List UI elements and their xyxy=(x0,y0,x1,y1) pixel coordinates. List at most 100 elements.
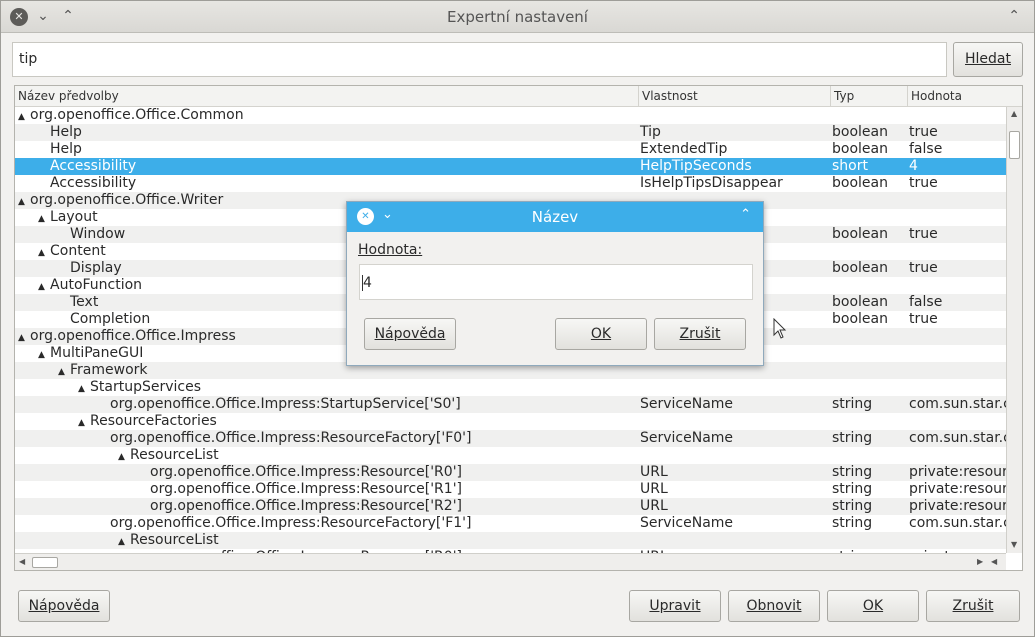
row-property: ServiceName xyxy=(640,430,734,446)
vertical-scrollbar[interactable]: ▲ ▼ xyxy=(1006,107,1022,553)
row-name-text: ResourceFactories xyxy=(90,413,217,429)
row-property: URL xyxy=(640,464,668,480)
table-row[interactable]: Accessibility HelpTipSeconds short 4 xyxy=(15,158,1006,175)
table-row[interactable]: ▲ ResourceList xyxy=(15,532,1006,549)
table-row[interactable]: ▲ org.openoffice.Office.Common xyxy=(15,107,1006,124)
header-property[interactable]: Vlastnost xyxy=(642,89,698,103)
row-name-text: Display xyxy=(70,260,122,276)
scroll-down-icon[interactable]: ▼ xyxy=(1011,540,1017,549)
cancel-button-label: Zrušit xyxy=(952,598,994,614)
row-name-text: Window xyxy=(70,226,126,242)
row-name: Display xyxy=(58,260,122,277)
row-name: Help xyxy=(38,141,82,158)
dialog-help-label: Nápověda xyxy=(374,326,446,342)
help-button[interactable]: Nápověda xyxy=(18,590,110,622)
row-name-text: org.openoffice.Office.Impress:ResourceFa… xyxy=(110,430,472,446)
row-value: com.sun.star.c xyxy=(909,515,1006,531)
row-value: true xyxy=(909,175,938,191)
table-row[interactable]: org.openoffice.Office.Impress:ResourceFa… xyxy=(15,515,1006,532)
row-property: HelpTipSeconds xyxy=(640,158,752,174)
table-row[interactable]: org.openoffice.Office.Impress:Resource['… xyxy=(15,481,1006,498)
row-type: short xyxy=(832,158,868,174)
row-type: boolean xyxy=(832,226,888,242)
dialog-title-bar: ✕ ⌄ Název ⌃ xyxy=(347,202,763,232)
value-label: Hodnota: xyxy=(358,242,422,258)
table-row[interactable]: ▲ StartupServices xyxy=(15,379,1006,396)
row-value: true xyxy=(909,124,938,140)
row-type: string xyxy=(832,498,873,514)
horizontal-scroll-thumb[interactable] xyxy=(32,557,58,568)
search-button[interactable]: Hledat xyxy=(953,42,1023,77)
edit-value-dialog: ✕ ⌄ Název ⌃ Hodnota: 4 Nápověda OK Zruši… xyxy=(346,201,764,366)
row-name-text: ResourceList xyxy=(130,447,219,463)
row-name-text: AutoFunction xyxy=(50,277,143,293)
row-name-text: StartupServices xyxy=(90,379,201,395)
dialog-ok-button[interactable]: OK xyxy=(555,318,647,350)
row-name: org.openoffice.Office.Impress:Resource['… xyxy=(138,464,462,481)
table-row[interactable]: Help Tip boolean true xyxy=(15,124,1006,141)
keep-above-icon[interactable]: ⌃ xyxy=(1008,6,1020,26)
row-name: Accessibility xyxy=(38,175,136,192)
row-name-text: org.openoffice.Office.Common xyxy=(30,107,244,123)
scroll-right-end-icon[interactable]: ◀ xyxy=(991,557,997,566)
row-property: Tip xyxy=(640,124,661,140)
search-input[interactable]: tip xyxy=(12,42,947,77)
row-type: string xyxy=(832,481,873,497)
horizontal-scrollbar[interactable]: ◀ ▶ ◀ xyxy=(15,553,1006,570)
table-row[interactable]: org.openoffice.Office.Impress:Resource['… xyxy=(15,464,1006,481)
ok-button[interactable]: OK xyxy=(827,590,919,622)
table-row[interactable]: ▲ ResourceList xyxy=(15,447,1006,464)
dialog-ok-label: OK xyxy=(590,326,612,342)
cancel-button[interactable]: Zrušit xyxy=(926,590,1020,622)
table-row[interactable]: org.openoffice.Office.Impress:Resource['… xyxy=(15,498,1006,515)
row-name-text: MultiPaneGUI xyxy=(50,345,144,361)
header-name[interactable]: Název předvolby xyxy=(18,89,119,103)
header-value[interactable]: Hodnota xyxy=(911,89,962,103)
row-value: true xyxy=(909,226,938,242)
table-row[interactable]: org.openoffice.Office.Impress:StartupSer… xyxy=(15,396,1006,413)
row-name-text: Accessibility xyxy=(50,175,137,191)
edit-button[interactable]: Upravit xyxy=(629,590,721,622)
row-type: boolean xyxy=(832,124,888,140)
row-value: com.sun.star.c xyxy=(909,430,1006,446)
vertical-scroll-thumb[interactable] xyxy=(1009,131,1020,159)
row-value: false xyxy=(909,294,943,310)
reset-button[interactable]: Obnovit xyxy=(728,590,820,622)
reset-button-label: Obnovit xyxy=(746,598,802,614)
row-property: ExtendedTip xyxy=(640,141,728,157)
table-row[interactable]: org.openoffice.Office.Impress:ResourceFa… xyxy=(15,430,1006,447)
row-name: org.openoffice.Office.Impress:Resource['… xyxy=(138,481,462,498)
row-property: URL xyxy=(640,481,668,497)
table-row[interactable]: ▲ ResourceFactories xyxy=(15,413,1006,430)
scroll-right-icon[interactable]: ▶ xyxy=(977,557,983,566)
dialog-cancel-button[interactable]: Zrušit xyxy=(654,318,746,350)
row-value: private:resour xyxy=(909,481,1006,497)
header-type[interactable]: Typ xyxy=(834,89,854,103)
row-name-text: org.openoffice.Office.Writer xyxy=(30,192,224,208)
value-input[interactable]: 4 xyxy=(359,264,753,300)
row-name: org.openoffice.Office.Impress:ResourceFa… xyxy=(98,430,471,447)
row-property: URL xyxy=(640,498,668,514)
scroll-left-icon[interactable]: ◀ xyxy=(19,557,25,566)
table-row[interactable]: Accessibility IsHelpTipsDisappear boolean t… xyxy=(15,175,1006,192)
dialog-help-button[interactable]: Nápověda xyxy=(364,318,456,350)
row-name: org.openoffice.Office.Impress:StartupSer… xyxy=(98,396,461,413)
row-name: Text xyxy=(58,294,98,311)
row-name: Help xyxy=(38,124,82,141)
dialog-cancel-label: Zrušit xyxy=(679,326,721,342)
row-type: string xyxy=(832,430,873,446)
row-name-text: org.openoffice.Office.Impress:StartupSer… xyxy=(110,396,461,412)
row-name: org.openoffice.Office.Impress:Resource['… xyxy=(138,498,462,515)
row-type: boolean xyxy=(832,141,888,157)
row-name-text: org.openoffice.Office.Impress xyxy=(30,328,236,344)
row-type: string xyxy=(832,515,873,531)
row-value: true xyxy=(909,260,938,276)
row-name-text: ResourceList xyxy=(130,532,219,548)
row-type: string xyxy=(832,396,873,412)
row-name-text: Help xyxy=(50,141,82,157)
edit-button-label: Upravit xyxy=(649,598,701,614)
dialog-keep-above-icon[interactable]: ⌃ xyxy=(740,207,751,222)
scroll-up-icon[interactable]: ▲ xyxy=(1011,109,1017,118)
table-row[interactable]: Help ExtendedTip boolean false xyxy=(15,141,1006,158)
row-name-text: Content xyxy=(50,243,106,259)
